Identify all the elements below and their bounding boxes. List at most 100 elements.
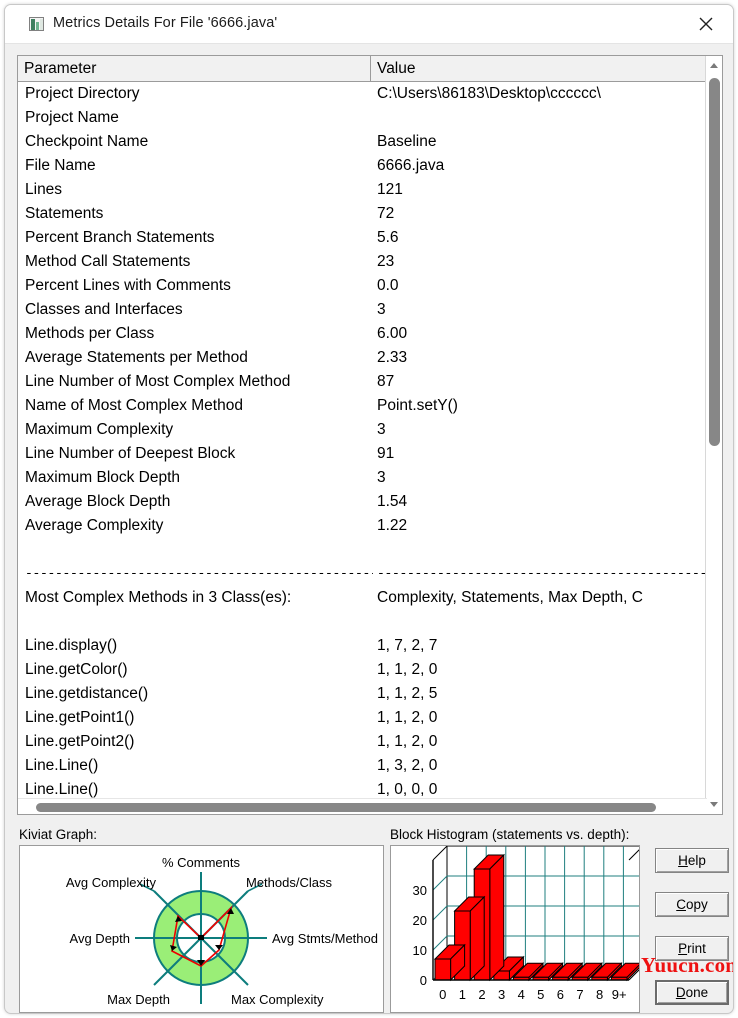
cell-value: 3 [377,301,386,318]
cell-parameter: Lines [25,181,63,198]
copy-button[interactable]: Copy [655,892,729,917]
cell-parameter: Classes and Interfaces [25,301,183,318]
cell-parameter: Project Directory [25,85,140,102]
help-button[interactable]: Help [655,848,729,873]
kiviat-axis-label-avg-complexity: Avg Complexity [66,875,157,890]
cell-parameter: Line Number of Deepest Block [25,445,236,462]
close-button[interactable] [683,5,729,42]
table-row[interactable]: Average Statements per Method 2.33 [18,346,707,370]
table-row[interactable]: Percent Lines with Comments 0.0 [18,274,707,298]
table-row[interactable]: Project Directory C:\Users\86183\Desktop\… [18,82,707,106]
table-row[interactable] [18,610,707,634]
scroll-up-arrow-icon[interactable] [706,57,722,74]
watermark: Yuucn.com [641,953,734,977]
cell-parameter: Average Block Depth [25,493,171,510]
hist-ytick-label: 30 [413,883,427,898]
vertical-scrollbar-thumb[interactable] [709,78,720,446]
cell-parameter [25,538,373,562]
cell-parameter: Line.Line() [25,757,99,774]
table-row[interactable]: Line.display() 1, 7, 2, 7 [18,634,707,658]
block-histogram-label: Block Histogram (statements vs. depth): [390,827,630,842]
table-row[interactable]: Method Call Statements 23 [18,250,707,274]
done-label-rest: one [685,985,709,1000]
table-row[interactable]: Percent Branch Statements 5.6 [18,226,707,250]
table-row[interactable]: Checkpoint Name Baseline [18,130,707,154]
table-row[interactable]: Average Complexity 1.22 [18,514,707,538]
cell-value [377,106,707,130]
table-body: Project Directory C:\Users\86183\Desktop\… [18,82,707,800]
table-row[interactable] [18,538,707,562]
cell-value: 121 [377,181,403,198]
hist-xtick-label: 7 [576,987,583,1002]
cell-value: Point.setY() [377,397,458,414]
copy-mnemonic: C [676,897,686,912]
cell-value: C:\Users\86183\Desktop\cccccc\ [377,85,601,102]
column-header-parameter[interactable]: Parameter [18,56,371,81]
horizontal-scrollbar-thumb[interactable] [36,803,656,812]
cell-parameter: Maximum Complexity [25,421,174,438]
table-row[interactable]: Line Number of Most Complex Method 87 [18,370,707,394]
cell-parameter: Line.getPoint1() [25,709,135,726]
table-row[interactable]: ----------------------------------------… [18,562,707,586]
table-row[interactable]: File Name 6666.java [18,154,707,178]
table-row[interactable]: Line.Line() 1, 3, 2, 0 [18,754,707,778]
cell-parameter: File Name [25,157,96,174]
cell-parameter: Checkpoint Name [25,133,149,150]
table-row[interactable]: Methods per Class 6.00 [18,322,707,346]
table-row[interactable]: Statements 72 [18,202,707,226]
cell-value: 1, 1, 2, 5 [377,685,438,702]
kiviat-axis-label-avg-stmts-method: Avg Stmts/Method [272,931,378,946]
table-row[interactable]: Name of Most Complex Method Point.setY() [18,394,707,418]
table-row[interactable]: Project Name [18,106,707,130]
kiviat-graph-panel: % Comments Methods/Class Avg Stmts/Metho… [19,845,384,1013]
table-row[interactable]: Line.getPoint1() 1, 1, 2, 0 [18,706,707,730]
done-mnemonic: D [675,985,686,1000]
cell-parameter: Line.display() [25,637,118,654]
table-row[interactable]: Line.getPoint2() 1, 1, 2, 0 [18,730,707,754]
vertical-scrollbar[interactable] [705,56,722,814]
table-row[interactable]: Average Block Depth 1.54 [18,490,707,514]
hist-xtick-label: 2 [478,987,485,1002]
cell-value: 1, 0, 0, 0 [377,781,438,798]
table-row[interactable]: Line.getColor() 1, 1, 2, 0 [18,658,707,682]
column-header-value[interactable]: Value [371,56,707,81]
table-row[interactable]: Classes and Interfaces 3 [18,298,707,322]
table-row[interactable]: Line.getdistance() 1, 1, 2, 5 [18,682,707,706]
table-row[interactable]: Maximum Complexity 3 [18,418,707,442]
kiviat-axis-label-comments: % Comments [162,855,241,870]
cell-parameter: Percent Branch Statements [25,229,215,246]
metrics-chart-icon [29,17,44,31]
kiviat-axis-label-methods-class: Methods/Class [246,875,332,890]
table-row[interactable]: Maximum Block Depth 3 [18,466,707,490]
cell-parameter: Line.Line() [25,781,99,798]
block-histogram-panel: 0 10 20 30 0 1 2 3 4 5 6 7 8 9+ [390,845,640,1013]
table-row[interactable]: Line Number of Deepest Block 91 [18,442,707,466]
table-row[interactable]: Lines 121 [18,178,707,202]
hist-xtick-label: 9+ [612,987,627,1002]
cell-parameter: Method Call Statements [25,253,191,270]
cell-value [377,610,707,634]
cell-parameter: Line Number of Most Complex Method [25,373,291,390]
kiviat-axis-label-max-depth: Max Depth [107,992,170,1007]
hist-ytick-label: 10 [413,943,427,958]
cell-value [377,538,707,562]
horizontal-scrollbar[interactable] [18,798,707,814]
window-title: Metrics Details For File '6666.java' [53,15,278,31]
cell-value: 72 [377,205,395,222]
cell-parameter: Percent Lines with Comments [25,277,231,294]
cell-parameter: Maximum Block Depth [25,469,181,486]
cell-value: ----------------------------------------… [377,566,707,581]
help-label-rest: elp [687,853,706,868]
cell-value: 0.0 [377,277,399,294]
cell-value: 91 [377,445,395,462]
done-button[interactable]: Done [655,980,729,1005]
table-row[interactable]: Line.Line() 1, 0, 0, 0 [18,778,707,800]
cell-value: 1, 3, 2, 0 [377,757,438,774]
scroll-down-arrow-icon[interactable] [706,796,722,813]
hist-xtick-label: 5 [537,987,544,1002]
hist-xtick-label: 1 [459,987,466,1002]
cell-value: 6666.java [377,157,445,174]
table-row[interactable]: Most Complex Methods in 3 Class(es): Comp… [18,586,707,610]
hist-xtick-label: 3 [498,987,505,1002]
cell-parameter: Name of Most Complex Method [25,397,243,414]
